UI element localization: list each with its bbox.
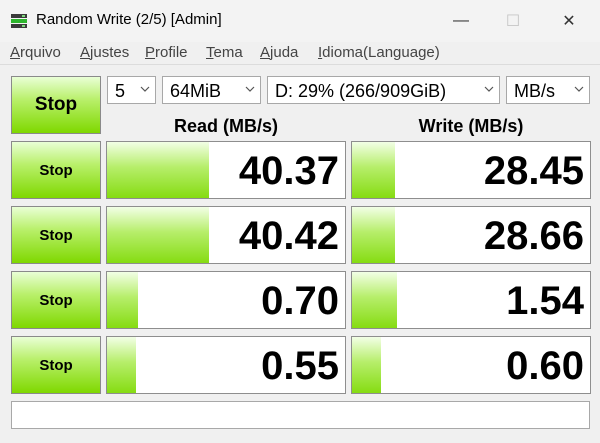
write-value: 28.66 — [483, 214, 584, 258]
write-column-header: Write (MB/s) — [418, 116, 524, 136]
read-level-bar — [107, 272, 138, 328]
write-level-bar — [352, 337, 381, 393]
menu-idioma[interactable]: Idioma(Language) — [318, 44, 440, 61]
read-result: 40.42 — [106, 206, 346, 264]
write-result: 0.60 — [351, 336, 591, 394]
read-level-bar — [107, 337, 136, 393]
menu-ajuda[interactable]: Ajuda — [260, 44, 298, 61]
stop-button-row-3[interactable]: Stop — [11, 271, 101, 329]
app-icon — [11, 14, 27, 28]
chevron-down-icon — [484, 86, 494, 92]
read-level-bar — [107, 142, 210, 198]
count-select[interactable]: 5 — [107, 76, 156, 104]
comment-field[interactable] — [11, 401, 590, 429]
write-level-bar — [352, 272, 398, 328]
size-select[interactable]: 64MiB — [162, 76, 261, 104]
unit-select[interactable]: MB/s — [506, 76, 590, 104]
read-level-bar — [107, 207, 210, 263]
maximize-button[interactable]: ☐ — [490, 0, 536, 42]
menu-bar: Arquivo Ajustes Profile Tema Ajuda Idiom… — [0, 42, 600, 65]
read-result: 0.70 — [106, 271, 346, 329]
stop-button-row-4[interactable]: Stop — [11, 336, 101, 394]
read-column-header: Read (MB/s) — [173, 116, 278, 136]
read-value: 40.42 — [238, 214, 339, 258]
stop-button-row-1[interactable]: Stop — [11, 141, 101, 199]
stop-button-row-2[interactable]: Stop — [11, 206, 101, 264]
minimize-icon: — — [453, 12, 469, 29]
menu-tema[interactable]: Tema — [206, 44, 243, 61]
chevron-down-icon — [245, 86, 255, 92]
write-value: 0.60 — [506, 344, 584, 388]
close-icon: ✕ — [562, 13, 576, 30]
write-result: 1.54 — [351, 271, 591, 329]
menu-ajustes[interactable]: Ajustes — [80, 44, 129, 61]
write-result: 28.45 — [351, 141, 591, 199]
write-value: 28.45 — [483, 149, 584, 193]
read-value: 0.55 — [261, 344, 339, 388]
write-level-bar — [352, 142, 395, 198]
read-result: 0.55 — [106, 336, 346, 394]
close-button[interactable]: ✕ — [546, 0, 592, 42]
chevron-down-icon — [140, 86, 150, 92]
window-title: Random Write (2/5) [Admin] — [36, 11, 222, 28]
chevron-down-icon — [574, 86, 584, 92]
menu-profile[interactable]: Profile — [145, 44, 188, 61]
maximize-icon: ☐ — [505, 13, 521, 30]
minimize-button[interactable]: — — [438, 0, 484, 42]
read-value: 0.70 — [261, 279, 339, 323]
write-result: 28.66 — [351, 206, 591, 264]
read-result: 40.37 — [106, 141, 346, 199]
menu-arquivo[interactable]: Arquivo — [10, 44, 61, 61]
title-bar: Random Write (2/5) [Admin] — ☐ ✕ — [0, 0, 600, 42]
drive-select[interactable]: D: 29% (266/909GiB) — [267, 76, 500, 104]
read-value: 40.37 — [238, 149, 339, 193]
write-level-bar — [352, 207, 395, 263]
write-value: 1.54 — [506, 279, 584, 323]
stop-all-button[interactable]: Stop — [11, 76, 101, 134]
